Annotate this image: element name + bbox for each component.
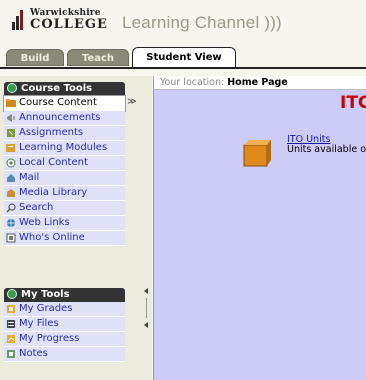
online-icon	[6, 233, 16, 243]
menu-search[interactable]: Search	[4, 201, 125, 216]
content-area: Your location: Home Page	[153, 76, 366, 380]
sidebar-resize-handle[interactable]	[144, 288, 150, 328]
menu-course-content[interactable]: Course Content ≫	[3, 95, 137, 112]
logo-mark-icon	[12, 10, 26, 30]
my-tools-header[interactable]: My Tools	[4, 288, 125, 302]
my-tools-title: My Tools	[21, 289, 70, 300]
menu-local-content[interactable]: Local Content	[4, 156, 125, 171]
megaphone-icon	[7, 114, 15, 122]
menu-label: Media Library	[19, 187, 88, 198]
channel-title: Learning Channel )))	[122, 13, 282, 32]
notes-icon	[7, 350, 15, 358]
menu-assignments[interactable]: Assignments	[4, 126, 125, 141]
units-folder-icon[interactable]	[241, 136, 275, 168]
menu-announcements[interactable]: Announcements	[4, 111, 125, 126]
page-title: ITC	[340, 93, 366, 113]
tab-divider	[0, 67, 366, 69]
menu-label: Local Content	[19, 157, 88, 168]
menu-my-files[interactable]: My Files	[4, 317, 125, 332]
module-icon	[6, 144, 15, 152]
collapse-left-icon	[144, 288, 148, 294]
sidebar: Course Tools Course Content ≫ Announceme…	[0, 76, 152, 380]
menu-label: Web Links	[19, 217, 70, 228]
menu-label: Announcements	[19, 112, 101, 123]
ito-units-description: Units available o	[287, 144, 366, 155]
menu-label: Assignments	[19, 127, 84, 138]
collapse-menu-icon[interactable]: ≫	[127, 96, 137, 109]
menu-label: Who's Online	[19, 232, 85, 243]
grades-icon	[7, 305, 15, 313]
progress-icon	[7, 335, 15, 343]
collapse-left-icon	[144, 322, 148, 328]
course-tools-icon	[7, 83, 17, 93]
media-icon	[7, 189, 15, 197]
breadcrumb-prefix: Your location:	[160, 77, 225, 88]
my-tools-icon	[7, 289, 17, 299]
header: Warwickshire COLLEGE Learning Channel ))…	[0, 0, 366, 42]
breadcrumb-current: Home Page	[227, 77, 288, 88]
folder-icon	[6, 99, 16, 107]
menu-media-library[interactable]: Media Library	[4, 186, 125, 201]
menu-my-progress[interactable]: My Progress	[4, 332, 125, 347]
menu-web-links[interactable]: Web Links	[4, 216, 125, 231]
menu-label: Course Content	[19, 97, 97, 108]
web-link-icon	[7, 219, 15, 227]
course-tools-menu: Course Content ≫ Announcements Assignmen…	[3, 95, 137, 246]
breadcrumb: Your location: Home Page	[154, 76, 366, 90]
course-tools-title: Course Tools	[21, 83, 93, 94]
menu-notes[interactable]: Notes	[4, 347, 125, 362]
mail-icon	[7, 174, 15, 182]
files-icon	[7, 320, 15, 328]
local-content-icon	[6, 158, 16, 168]
menu-learning-modules[interactable]: Learning Modules	[4, 141, 125, 156]
menu-label: Notes	[19, 348, 48, 359]
menu-whos-online[interactable]: Who's Online	[4, 231, 125, 246]
menu-label: My Grades	[19, 303, 73, 314]
menu-label: My Files	[19, 318, 59, 329]
logo-line-2: COLLEGE	[30, 17, 108, 32]
my-tools-menu: My Grades My Files My Progress Notes	[4, 302, 125, 362]
menu-label: Mail	[19, 172, 40, 183]
menu-label: Learning Modules	[19, 142, 108, 153]
tab-build[interactable]: Build	[6, 49, 64, 66]
assignment-icon	[7, 129, 15, 137]
search-icon	[6, 203, 16, 213]
tab-student-view[interactable]: Student View	[132, 47, 236, 68]
course-tools-header[interactable]: Course Tools	[4, 82, 125, 96]
menu-my-grades[interactable]: My Grades	[4, 302, 125, 317]
menu-mail[interactable]: Mail	[4, 171, 125, 186]
tab-bar: Build Teach Student View	[0, 42, 366, 68]
menu-label: Search	[19, 202, 54, 213]
menu-label: My Progress	[19, 333, 80, 344]
tab-teach[interactable]: Teach	[67, 49, 129, 66]
college-logo: Warwickshire COLLEGE	[12, 8, 112, 34]
